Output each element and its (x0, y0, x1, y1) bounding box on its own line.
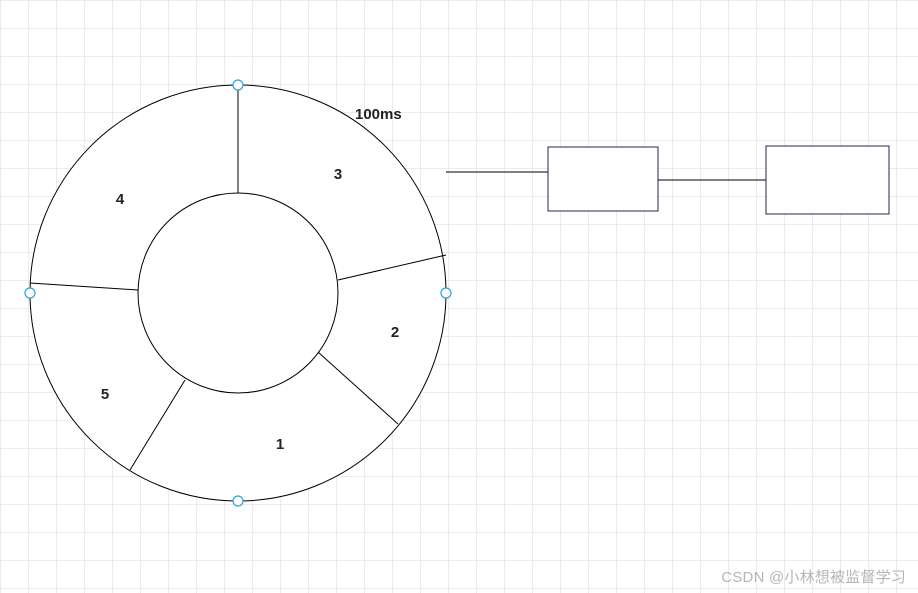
sector-label-5: 5 (101, 386, 109, 403)
diagram-canvas: 3 2 1 5 4 100ms (0, 0, 918, 593)
box-1[interactable] (548, 147, 658, 211)
time-annotation: 100ms (355, 106, 402, 123)
selection-handle-w[interactable] (25, 288, 35, 298)
sector-label-3: 3 (334, 166, 342, 183)
ring-shape[interactable] (30, 85, 446, 501)
selection-handle-s[interactable] (233, 496, 243, 506)
box-2[interactable] (766, 146, 889, 214)
selection-handle-n[interactable] (233, 80, 243, 90)
sector-label-2: 2 (391, 324, 399, 341)
watermark: CSDN @小林想被监督学习 (721, 566, 906, 587)
sector-label-1: 1 (276, 436, 284, 453)
sector-label-4: 4 (116, 191, 125, 208)
selection-handle-e[interactable] (441, 288, 451, 298)
